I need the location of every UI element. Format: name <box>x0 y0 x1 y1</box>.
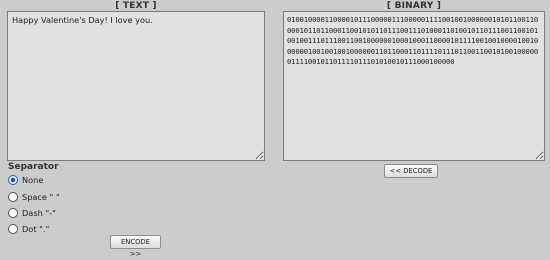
separator-option-space[interactable]: Space " " <box>8 191 60 203</box>
binary-panel-title: [ BINARY ] <box>386 1 442 11</box>
decode-button[interactable]: << DECODE <box>384 164 438 178</box>
separator-option-dash[interactable]: Dash "-" <box>8 207 56 219</box>
text-panel-title: [ TEXT ] <box>115 1 157 11</box>
radio-button-space[interactable] <box>8 192 18 202</box>
radio-button-none[interactable] <box>8 175 18 185</box>
separator-option-label: Dash "-" <box>22 208 56 218</box>
text-input-area[interactable]: Happy Valentine's Day! I love you. <box>7 11 265 161</box>
separator-option-dot[interactable]: Dot "." <box>8 223 49 235</box>
separator-option-label: None <box>22 175 44 185</box>
separator-option-label: Space " " <box>22 192 60 202</box>
separator-label: Separator <box>8 162 59 172</box>
separator-option-none[interactable]: None <box>8 174 43 186</box>
radio-button-dash[interactable] <box>8 208 18 218</box>
binary-input-area[interactable]: 0100100001100001011100000111000001111001… <box>283 11 545 161</box>
separator-option-label: Dot "." <box>22 224 50 234</box>
encode-button[interactable]: ENCODE >> <box>110 235 161 258</box>
radio-button-dot[interactable] <box>8 224 18 234</box>
